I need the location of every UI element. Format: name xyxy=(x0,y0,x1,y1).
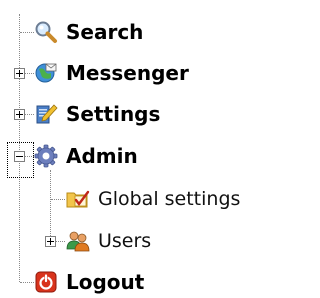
tree-connector-messenger xyxy=(25,73,34,74)
tree-connector-search xyxy=(20,32,34,33)
tree-item-admin[interactable]: Admin xyxy=(34,141,138,171)
tree-connector-global-settings xyxy=(51,199,65,200)
globe-mail-icon xyxy=(35,63,57,83)
navigation-tree: Search Messenger Settings Admin Global s… xyxy=(0,0,298,298)
settings-pen-icon xyxy=(36,104,58,124)
tree-item-logout[interactable]: Logout xyxy=(34,267,144,297)
expand-messenger-button[interactable] xyxy=(14,68,25,79)
tree-item-users[interactable]: Users xyxy=(66,226,151,256)
folder-check-icon xyxy=(66,190,90,208)
collapse-admin-button[interactable] xyxy=(14,151,25,162)
tree-item-settings[interactable]: Settings xyxy=(34,99,160,129)
users-icon xyxy=(66,231,90,252)
tree-item-label: Search xyxy=(66,20,144,44)
gear-icon xyxy=(34,144,58,168)
tree-connector-logout xyxy=(20,282,34,283)
tree-item-label: Settings xyxy=(66,102,161,126)
tree-item-global-settings[interactable]: Global settings xyxy=(66,184,240,214)
tree-item-messenger[interactable]: Messenger xyxy=(34,58,189,88)
tree-item-label: Messenger xyxy=(66,61,189,85)
tree-item-label: Logout xyxy=(66,270,145,294)
power-icon xyxy=(35,271,57,293)
tree-connector-admin-children xyxy=(50,170,51,242)
tree-connector-users xyxy=(56,241,65,242)
expand-settings-button[interactable] xyxy=(14,109,25,120)
expand-users-button[interactable] xyxy=(45,236,56,247)
magnifier-icon xyxy=(35,21,57,43)
tree-item-label: Users xyxy=(98,230,152,252)
tree-connector-settings xyxy=(25,114,34,115)
tree-item-label: Global settings xyxy=(98,188,241,210)
tree-item-search[interactable]: Search xyxy=(34,17,143,47)
tree-item-label: Admin xyxy=(66,144,138,168)
